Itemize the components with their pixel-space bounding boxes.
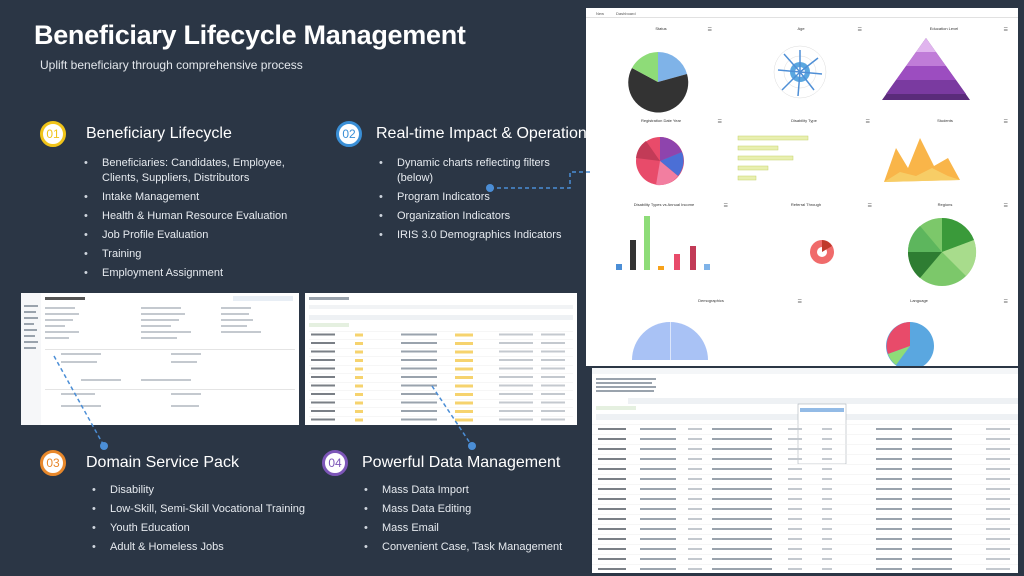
connector-lines [53,171,590,450]
